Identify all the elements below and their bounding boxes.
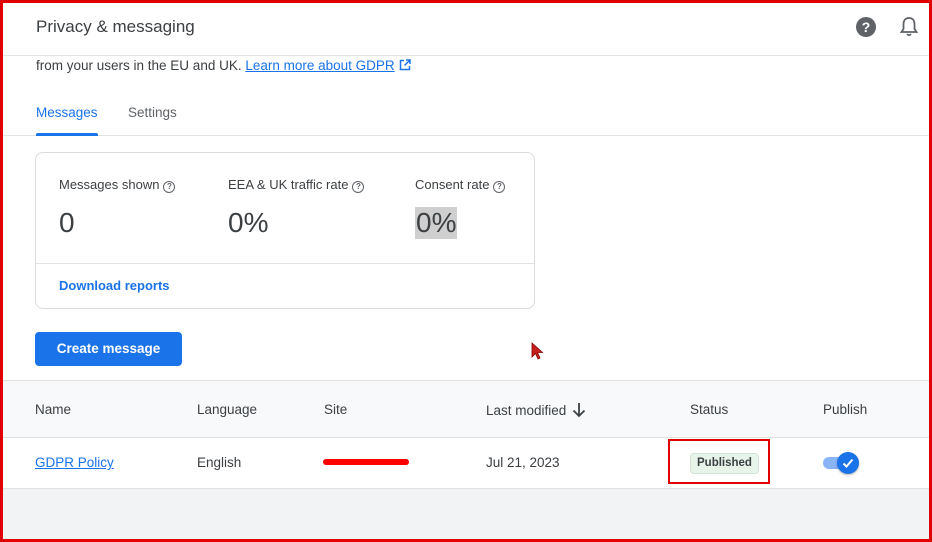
column-header-status[interactable]: Status: [690, 402, 728, 417]
column-header-last-modified[interactable]: Last modified: [486, 402, 586, 418]
column-header-name[interactable]: Name: [35, 402, 71, 417]
stat-label: Messages shown: [59, 177, 160, 192]
column-header-site[interactable]: Site: [324, 402, 347, 417]
stats-card: Messages shown? 0 EEA & UK traffic rate?…: [35, 152, 535, 309]
tab-settings[interactable]: Settings: [128, 105, 177, 120]
stat-eea-uk-traffic-rate: EEA & UK traffic rate? 0%: [228, 177, 365, 239]
table-header: Name Language Site Last modified Status …: [3, 381, 929, 438]
redaction-mark: [323, 459, 409, 465]
stat-label: Consent rate: [415, 177, 490, 192]
message-name-link[interactable]: GDPR Policy: [35, 455, 114, 470]
bell-icon[interactable]: [899, 16, 919, 38]
message-language: English: [197, 455, 242, 470]
help-circle-icon[interactable]: ?: [163, 181, 176, 193]
active-tab-indicator: [36, 133, 98, 136]
mouse-cursor-icon: [531, 342, 544, 360]
intro-text: from your users in the EU and UK. Learn …: [36, 58, 411, 73]
stat-consent-rate: Consent rate? 0%: [415, 177, 506, 239]
stat-value: 0: [59, 207, 75, 238]
divider: [36, 263, 534, 264]
create-message-button[interactable]: Create message: [35, 332, 182, 366]
status-badge: Published: [690, 453, 759, 474]
column-header-language[interactable]: Language: [197, 402, 257, 417]
page-title: Privacy & messaging: [36, 17, 195, 36]
help-circle-icon[interactable]: ?: [352, 181, 365, 193]
stat-value: 0%: [415, 207, 458, 239]
message-last-modified: Jul 21, 2023: [486, 455, 560, 470]
stat-messages-shown: Messages shown? 0: [59, 177, 176, 239]
tab-messages[interactable]: Messages: [36, 105, 98, 120]
help-circle-icon[interactable]: ?: [493, 181, 506, 193]
top-bar: Privacy & messaging ?: [3, 3, 929, 56]
column-header-publish[interactable]: Publish: [823, 402, 867, 417]
status-highlight-box: Published: [668, 439, 770, 484]
sort-arrow-down-icon[interactable]: [572, 402, 586, 418]
stat-label: EEA & UK traffic rate: [228, 177, 349, 192]
column-header-label: Last modified: [486, 403, 567, 418]
learn-more-gdpr-link[interactable]: Learn more about GDPR: [245, 58, 394, 73]
stat-value: 0%: [228, 207, 269, 238]
help-icon[interactable]: ?: [856, 17, 876, 37]
toggle-knob: [837, 452, 859, 474]
external-link-icon: [399, 59, 411, 71]
table-row: GDPR Policy English Jul 21, 2023 Publish…: [3, 438, 929, 489]
download-reports-link[interactable]: Download reports: [59, 278, 170, 293]
tab-bar: Messages Settings: [3, 96, 929, 136]
publish-toggle[interactable]: [823, 452, 859, 474]
messages-table: Name Language Site Last modified Status …: [3, 380, 929, 539]
intro-sentence: from your users in the EU and UK.: [36, 58, 246, 73]
check-icon: [842, 458, 854, 468]
